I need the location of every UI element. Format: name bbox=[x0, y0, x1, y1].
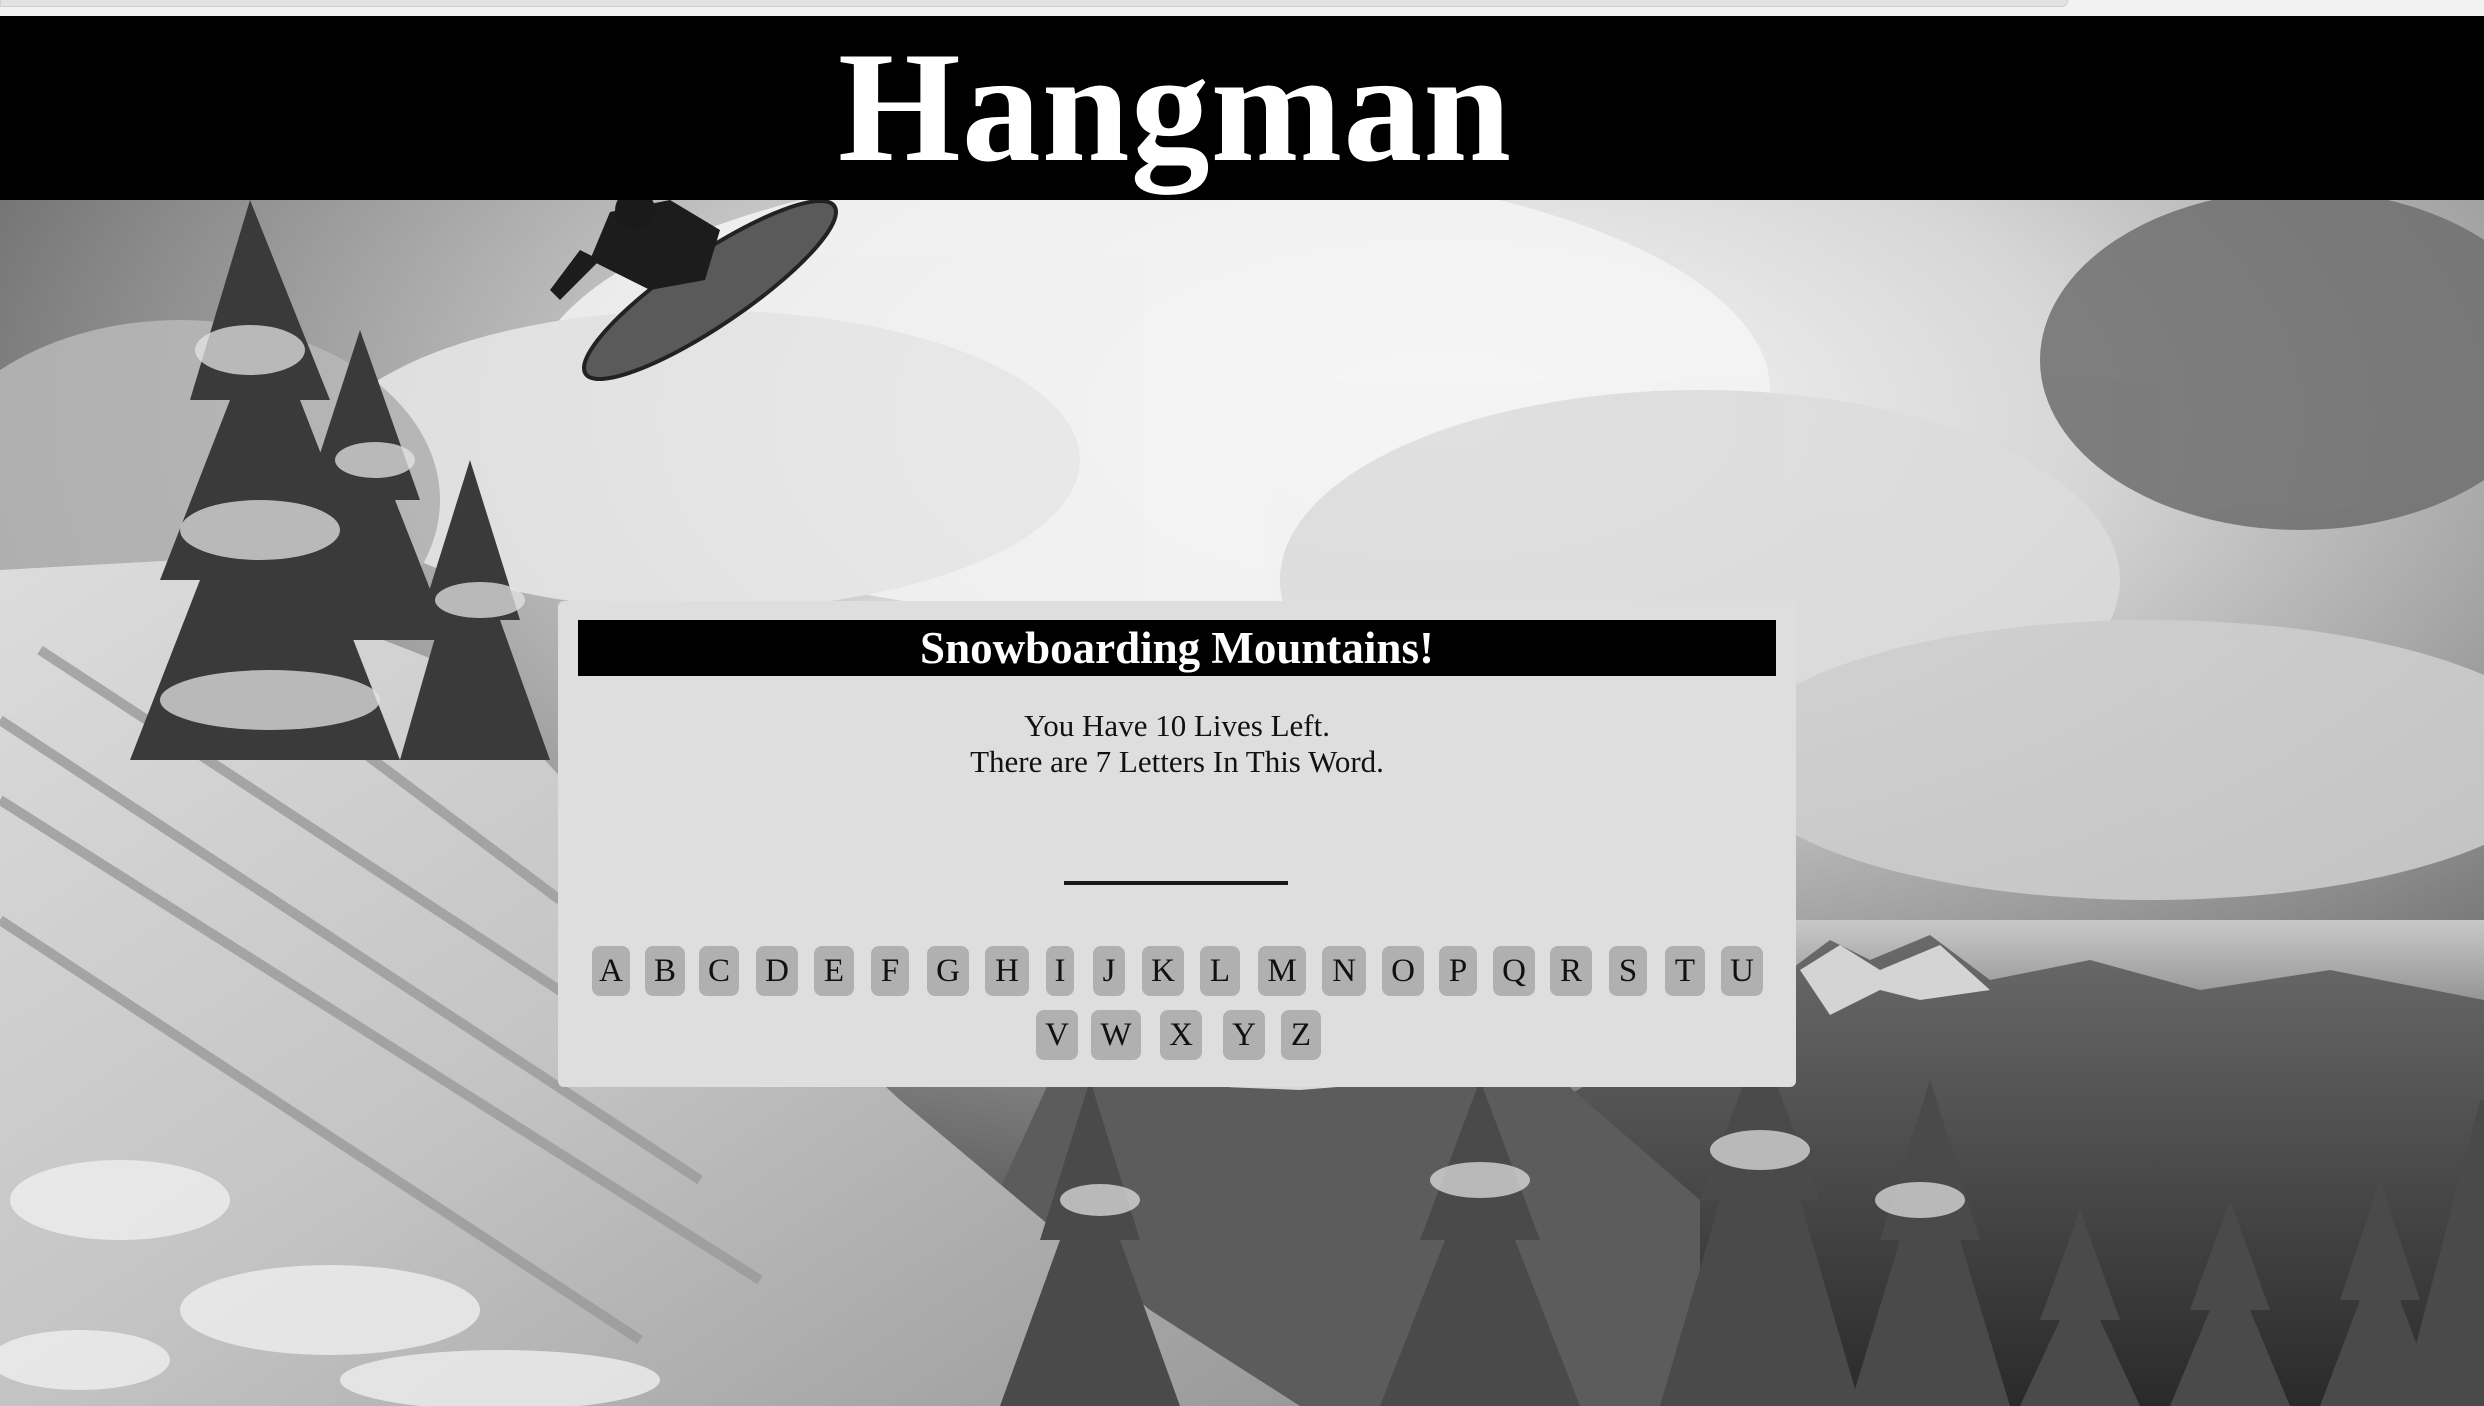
page-title: Hangman bbox=[837, 20, 1513, 195]
browser-chrome bbox=[0, 0, 2484, 16]
lives-text: You Have 10 Lives Left. bbox=[1024, 708, 1330, 743]
letter-button-t[interactable]: T bbox=[1665, 946, 1705, 996]
letter-button-a[interactable]: A bbox=[592, 946, 630, 996]
letter-button-f[interactable]: F bbox=[871, 946, 909, 996]
letter-button-x[interactable]: X bbox=[1160, 1010, 1202, 1060]
letter-button-v[interactable]: V bbox=[1036, 1010, 1078, 1060]
letter-button-r[interactable]: R bbox=[1550, 946, 1592, 996]
letter-button-p[interactable]: P bbox=[1439, 946, 1477, 996]
letter-count-text: There are 7 Letters In This Word. bbox=[970, 744, 1384, 779]
browser-scrollbar[interactable] bbox=[0, 0, 2068, 7]
letter-button-c[interactable]: C bbox=[699, 946, 739, 996]
letter-button-y[interactable]: Y bbox=[1223, 1010, 1265, 1060]
letter-button-g[interactable]: G bbox=[927, 946, 969, 996]
letter-button-u[interactable]: U bbox=[1721, 946, 1763, 996]
letter-button-k[interactable]: K bbox=[1142, 946, 1184, 996]
page: Hangman Snowboarding Mountains! You Have… bbox=[0, 0, 2484, 1406]
word-blanks bbox=[1064, 881, 1288, 885]
letter-button-b[interactable]: B bbox=[645, 946, 685, 996]
letter-button-s[interactable]: S bbox=[1609, 946, 1647, 996]
letter-button-z[interactable]: Z bbox=[1281, 1010, 1321, 1060]
letter-button-l[interactable]: L bbox=[1200, 946, 1240, 996]
category-title: Snowboarding Mountains! bbox=[578, 620, 1776, 676]
letter-button-j[interactable]: J bbox=[1093, 946, 1125, 996]
letter-button-e[interactable]: E bbox=[814, 946, 854, 996]
game-panel: Snowboarding Mountains! You Have 10 Live… bbox=[558, 601, 1796, 1087]
letter-button-o[interactable]: O bbox=[1382, 946, 1424, 996]
letter-button-w[interactable]: W bbox=[1091, 1010, 1141, 1060]
letter-button-m[interactable]: M bbox=[1258, 946, 1306, 996]
letter-button-h[interactable]: H bbox=[985, 946, 1029, 996]
letter-button-i[interactable]: I bbox=[1046, 946, 1074, 996]
letter-button-n[interactable]: N bbox=[1322, 946, 1366, 996]
letter-button-q[interactable]: Q bbox=[1493, 946, 1535, 996]
letter-button-d[interactable]: D bbox=[756, 946, 798, 996]
